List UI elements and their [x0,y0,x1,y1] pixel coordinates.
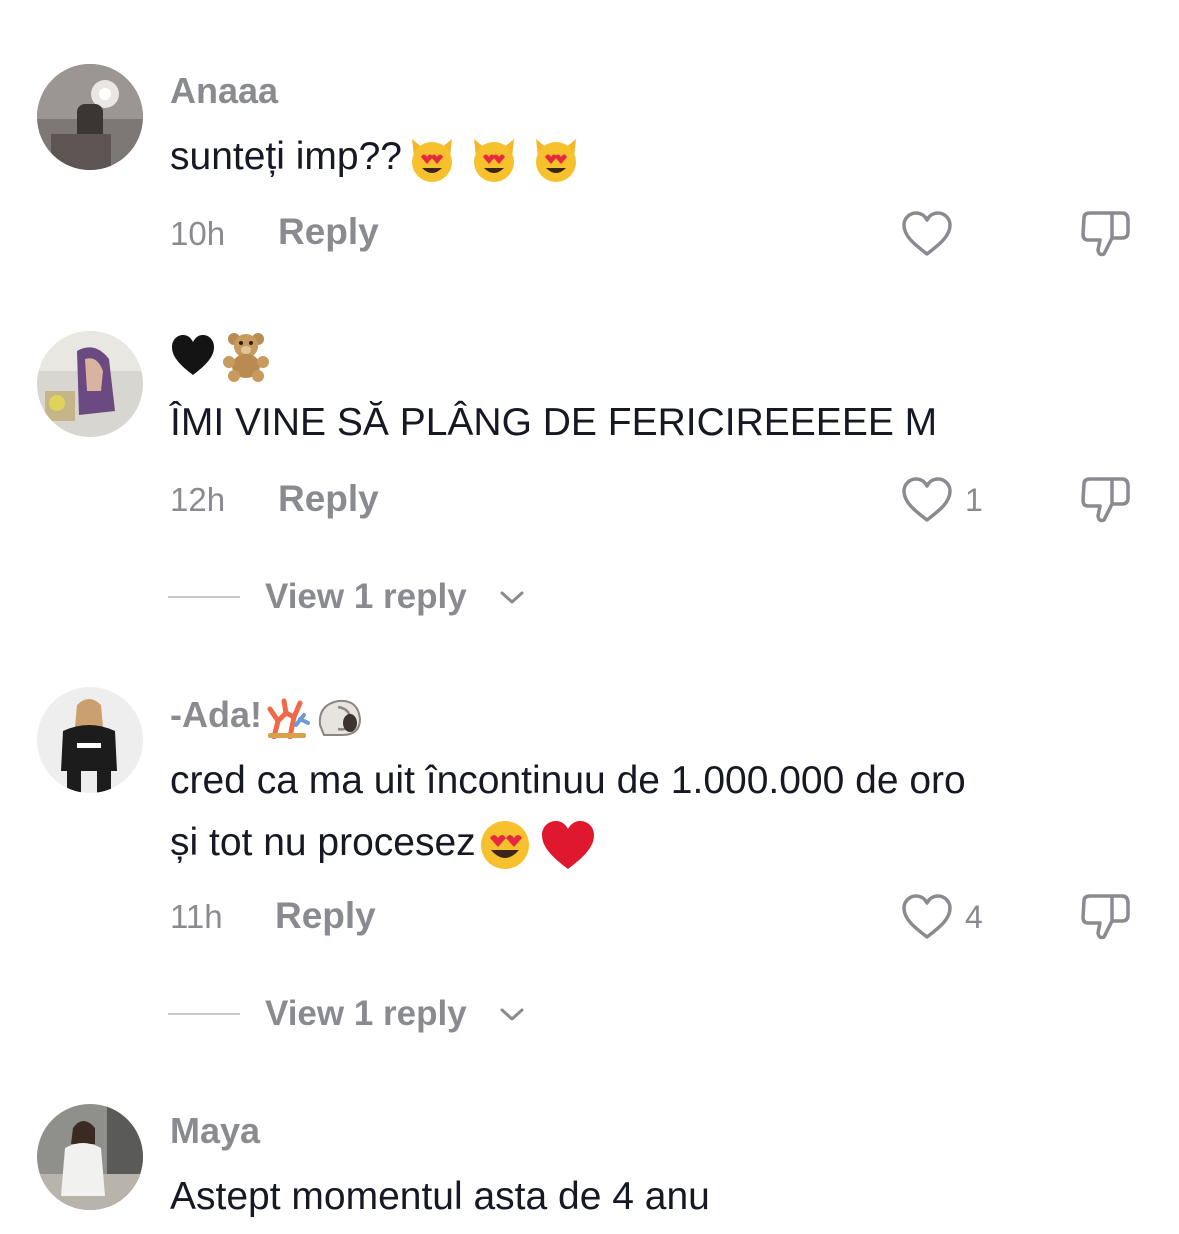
avatar[interactable] [37,1104,143,1210]
comment-item: Maya Astept momentul asta de 4 anu [0,0,1179,1234]
comment-username[interactable]: Maya [170,1110,260,1152]
comment-text: Astept momentul asta de 4 anu [170,1175,710,1218]
